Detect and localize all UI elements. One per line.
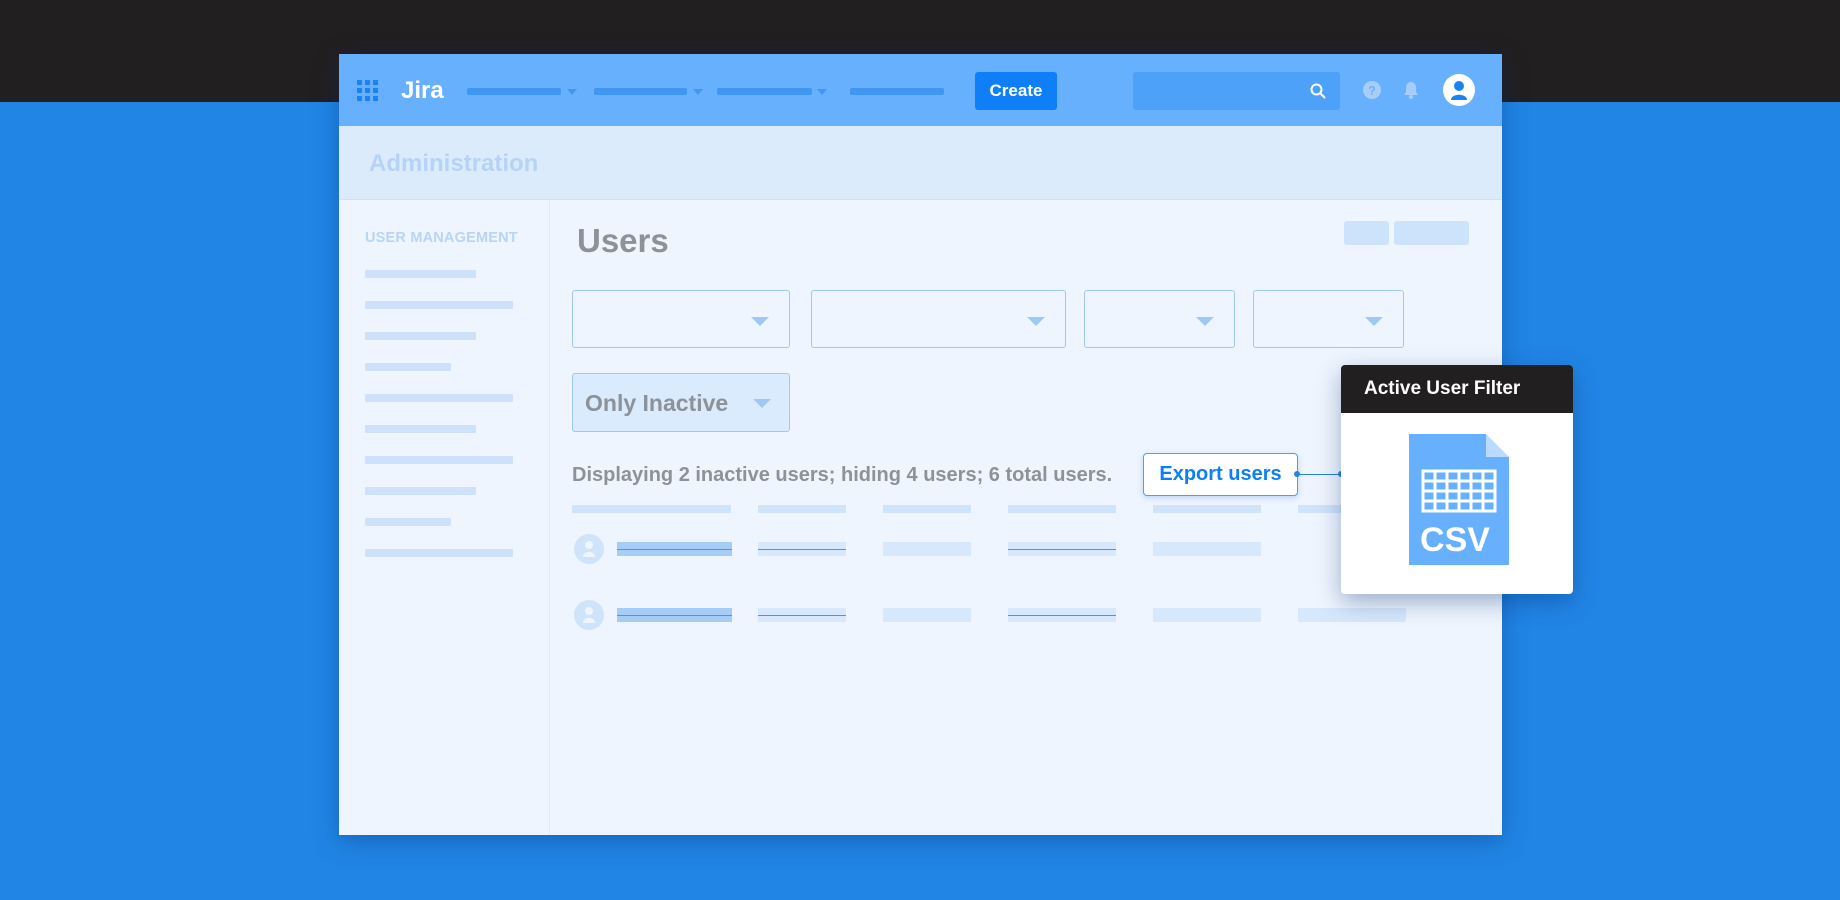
- sidebar-item[interactable]: [365, 394, 513, 402]
- create-button[interactable]: Create: [975, 72, 1057, 110]
- chevron-down-icon: [693, 89, 703, 95]
- header-action-button[interactable]: [1394, 221, 1469, 245]
- export-users-button[interactable]: Export users: [1143, 453, 1298, 496]
- page-title: Users: [577, 222, 669, 259]
- nav-menu-issues[interactable]: [717, 88, 812, 95]
- user-avatar-icon[interactable]: [1443, 74, 1475, 106]
- table-column-header[interactable]: [758, 505, 846, 513]
- csv-file-icon: CSV: [1409, 434, 1509, 565]
- cell-underline: [617, 615, 732, 616]
- table-cell: [883, 542, 971, 556]
- connector-dot: [1294, 471, 1300, 477]
- table-cell: [1153, 608, 1261, 622]
- filter-dropdown[interactable]: [572, 290, 790, 348]
- cell-underline: [758, 615, 846, 616]
- table-cell: [883, 608, 971, 622]
- status-filter-dropdown[interactable]: Only Inactive: [572, 373, 790, 432]
- filter-dropdown[interactable]: [811, 290, 1066, 348]
- chevron-down-icon: [1365, 317, 1383, 326]
- help-icon[interactable]: ?: [1362, 80, 1382, 100]
- sidebar-item[interactable]: [365, 332, 476, 340]
- sidebar-item[interactable]: [365, 487, 476, 495]
- cell-underline: [1008, 549, 1116, 550]
- table-column-header[interactable]: [1153, 505, 1261, 513]
- filter-dropdown[interactable]: [1253, 290, 1404, 348]
- admin-header: Administration: [339, 126, 1502, 200]
- nav-menu-dashboards[interactable]: [467, 88, 561, 95]
- sidebar-item[interactable]: [365, 518, 451, 526]
- top-navbar: Jira Create ?: [339, 54, 1502, 126]
- user-avatar-icon[interactable]: [574, 600, 604, 630]
- sidebar-item[interactable]: [365, 549, 513, 557]
- nav-menu-projects[interactable]: [594, 88, 687, 95]
- jira-window: Jira Create ? Administration USER MANAGE…: [339, 54, 1502, 835]
- admin-title: Administration: [369, 150, 539, 177]
- user-avatar-icon[interactable]: [574, 534, 604, 564]
- header-action-button[interactable]: [1344, 221, 1389, 245]
- chevron-down-icon: [1196, 317, 1214, 326]
- app-switcher-icon[interactable]: [357, 80, 379, 102]
- cell-underline: [1008, 615, 1116, 616]
- chevron-down-icon: [753, 399, 771, 408]
- users-summary-text: Displaying 2 inactive users; hiding 4 us…: [572, 464, 1113, 486]
- nav-menu-boards[interactable]: [850, 88, 944, 95]
- sidebar-item[interactable]: [365, 363, 451, 371]
- chevron-down-icon: [567, 89, 577, 95]
- sidebar: USER MANAGEMENT: [339, 200, 550, 835]
- sidebar-heading: USER MANAGEMENT: [365, 230, 518, 246]
- table-column-header[interactable]: [883, 505, 971, 513]
- chevron-down-icon: [817, 89, 827, 95]
- sidebar-item[interactable]: [365, 270, 476, 278]
- cell-underline: [617, 549, 732, 550]
- table-column-header[interactable]: [572, 505, 731, 513]
- sidebar-item[interactable]: [365, 425, 476, 433]
- search-input[interactable]: [1133, 72, 1340, 110]
- table-column-header[interactable]: [1008, 505, 1116, 513]
- active-user-filter-callout: Active User Filter CSV: [1341, 365, 1573, 594]
- table-cell: [1298, 608, 1406, 622]
- sidebar-item[interactable]: [365, 456, 513, 464]
- callout-connector: [1297, 474, 1341, 475]
- status-filter-value: Only Inactive: [585, 390, 729, 416]
- search-icon: [1310, 83, 1326, 99]
- csv-label: CSV: [1420, 521, 1490, 559]
- callout-title: Active User Filter: [1341, 365, 1573, 413]
- sidebar-item[interactable]: [365, 301, 513, 309]
- filter-dropdown[interactable]: [1084, 290, 1235, 348]
- chevron-down-icon: [1027, 317, 1045, 326]
- svg-text:?: ?: [1368, 84, 1375, 98]
- table-cell: [1153, 542, 1261, 556]
- bell-icon[interactable]: [1401, 80, 1421, 100]
- cell-underline: [758, 549, 846, 550]
- chevron-down-icon: [751, 317, 769, 326]
- jira-logo[interactable]: Jira: [401, 77, 444, 105]
